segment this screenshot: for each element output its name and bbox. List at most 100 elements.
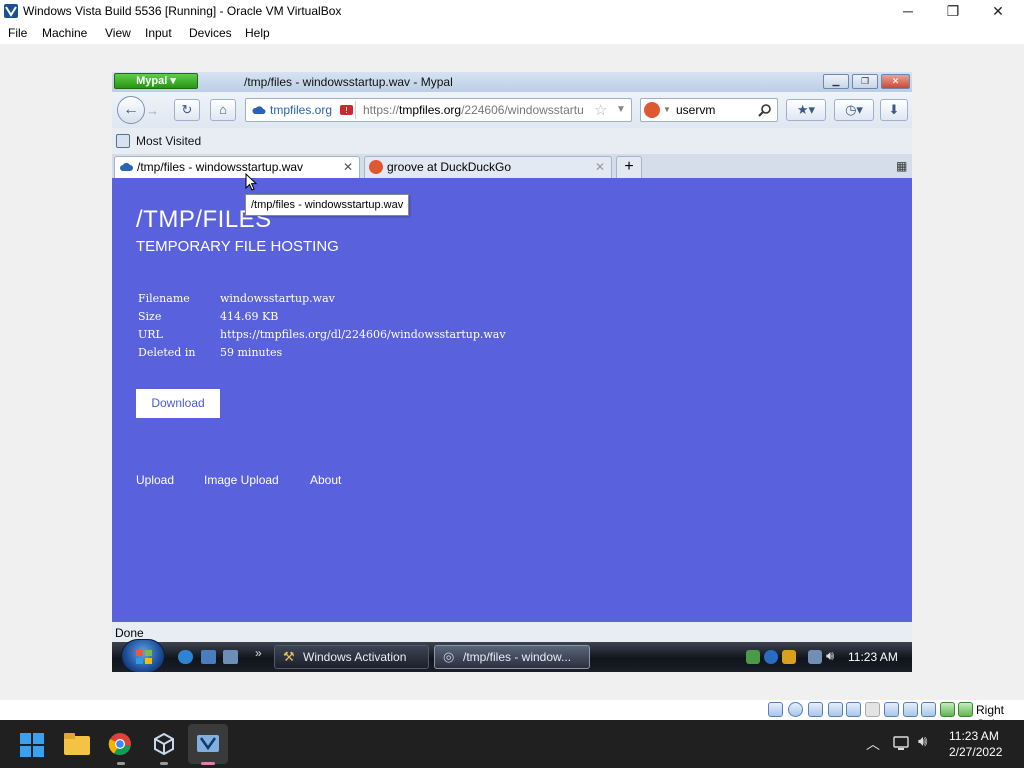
browser-maximize-button[interactable]: ❐ bbox=[852, 74, 878, 89]
app-menu-label: Mypal bbox=[136, 75, 168, 87]
history-button[interactable]: ◷▾ bbox=[834, 99, 874, 121]
tab-groups-icon[interactable]: ▦ bbox=[896, 159, 907, 173]
cloud-icon bbox=[252, 106, 266, 114]
minimize-button[interactable]: ─ bbox=[898, 3, 918, 19]
audio-status-icon[interactable] bbox=[808, 702, 823, 717]
bookmarks-toolbar: Most Visited bbox=[112, 128, 912, 154]
image-upload-link[interactable]: Image Upload bbox=[204, 473, 279, 487]
shared-folders-status-icon[interactable] bbox=[865, 702, 880, 717]
app-menu-button[interactable]: Mypal ▾ bbox=[114, 73, 198, 89]
menu-file[interactable]: File bbox=[8, 26, 27, 40]
tab-tmpfiles[interactable]: /tmp/files - windowsstartup.wav ✕ bbox=[114, 156, 360, 178]
browser-window-title: /tmp/files - windowsstartup.wav - Mypal bbox=[244, 75, 453, 89]
vbox-menubar: File Machine View Input Devices Help bbox=[0, 23, 1024, 44]
optical-drive-status-icon[interactable] bbox=[788, 702, 803, 717]
windows-start-icon[interactable] bbox=[20, 733, 44, 757]
vista-start-button[interactable] bbox=[121, 639, 165, 672]
url-bar[interactable]: tmpfiles.org ! https://tmpfiles.org/2246… bbox=[245, 98, 632, 122]
menu-machine[interactable]: Machine bbox=[42, 26, 87, 40]
task-label: /tmp/files - window... bbox=[463, 650, 572, 664]
tools-icon: ⚒ bbox=[283, 649, 295, 664]
bookmarks-folder-icon bbox=[116, 134, 130, 148]
virtualbox-manager-icon[interactable] bbox=[152, 732, 176, 756]
download-button[interactable]: Download bbox=[136, 389, 220, 418]
url-value[interactable]: https://tmpfiles.org/dl/224606/windowsst… bbox=[220, 328, 506, 341]
file-explorer-icon[interactable] bbox=[64, 733, 90, 755]
browser-close-button[interactable]: ✕ bbox=[881, 74, 910, 89]
reload-button[interactable]: ↻ bbox=[174, 99, 200, 121]
taskbar-vm-window-button[interactable] bbox=[188, 724, 228, 764]
task-label: Windows Activation bbox=[303, 650, 407, 664]
tray-network-icon[interactable] bbox=[746, 650, 760, 664]
filename-label: Filename bbox=[138, 292, 190, 305]
host-taskbar: ︿ 🔊︎ bbox=[0, 720, 1024, 768]
switch-windows-icon[interactable] bbox=[223, 650, 238, 664]
back-button[interactable]: ← bbox=[117, 96, 145, 124]
tab-duckduckgo[interactable]: groove at DuckDuckGo ✕ bbox=[364, 156, 612, 178]
bookmarks-menu-button[interactable]: ★▾ bbox=[786, 99, 826, 121]
usb-status-icon[interactable] bbox=[846, 702, 861, 717]
volume-icon[interactable]: 🔊︎ bbox=[826, 648, 834, 664]
vista-vm-icon bbox=[197, 735, 219, 752]
svg-text:!: ! bbox=[345, 106, 348, 115]
site-identity-label: tmpfiles.org bbox=[270, 103, 333, 117]
recording-status-icon[interactable] bbox=[903, 702, 918, 717]
menu-help[interactable]: Help bbox=[245, 26, 270, 40]
keyboard-capture-status-icon[interactable] bbox=[958, 702, 973, 717]
duckduckgo-icon[interactable] bbox=[644, 102, 660, 118]
windows-logo-icon bbox=[136, 650, 152, 664]
browser-minimize-button[interactable]: ▁ bbox=[823, 74, 849, 89]
tray-update-icon[interactable] bbox=[764, 650, 778, 664]
virtualization-status-icon[interactable] bbox=[921, 702, 936, 717]
hard-disk-status-icon[interactable] bbox=[768, 702, 783, 717]
new-tab-button[interactable]: + bbox=[616, 156, 642, 178]
home-button[interactable]: ⌂ bbox=[210, 99, 236, 121]
site-identity-button[interactable]: tmpfiles.org ! bbox=[248, 101, 356, 119]
quicklaunch-overflow-icon[interactable]: » bbox=[255, 646, 262, 660]
close-tab-icon[interactable]: ✕ bbox=[343, 157, 353, 177]
size-label: Size bbox=[138, 310, 162, 323]
display-status-icon[interactable] bbox=[884, 702, 899, 717]
network-icon[interactable] bbox=[893, 736, 911, 752]
vista-clock[interactable]: 11:23 AM bbox=[848, 650, 898, 664]
virtualbox-icon bbox=[4, 4, 18, 18]
downloads-button[interactable]: ⬇ bbox=[880, 99, 908, 121]
chrome-icon[interactable] bbox=[108, 732, 132, 756]
status-bar: Done bbox=[112, 622, 912, 642]
host-clock-time[interactable]: 11:23 AM bbox=[949, 729, 999, 743]
forward-button[interactable]: → bbox=[146, 103, 159, 118]
speaker-icon[interactable]: 🔊︎ bbox=[918, 733, 927, 750]
web-page: /TMP/FILES TEMPORARY FILE HOSTING Filena… bbox=[112, 178, 912, 622]
internet-explorer-icon[interactable] bbox=[178, 650, 193, 664]
tab-label: groove at DuckDuckGo bbox=[387, 160, 512, 174]
search-input[interactable]: uservm bbox=[676, 103, 715, 117]
about-link[interactable]: About bbox=[310, 473, 341, 487]
close-button[interactable]: ✕ bbox=[988, 3, 1008, 19]
taskbar-item-browser[interactable]: ◎ /tmp/files - window... bbox=[434, 645, 590, 669]
bookmark-most-visited[interactable]: Most Visited bbox=[136, 134, 201, 148]
url-text: https://tmpfiles.org/224606/windowsstart… bbox=[363, 103, 584, 117]
menu-devices[interactable]: Devices bbox=[189, 26, 232, 40]
maximize-button[interactable]: ❐ bbox=[943, 3, 963, 19]
site-subtitle: TEMPORARY FILE HOSTING bbox=[136, 238, 339, 255]
mouse-integration-status-icon[interactable] bbox=[940, 702, 955, 717]
bookmark-star-icon[interactable]: ☆ bbox=[594, 101, 607, 119]
search-icon[interactable] bbox=[758, 103, 772, 117]
close-tab-icon[interactable]: ✕ bbox=[595, 157, 605, 177]
network-status-icon[interactable] bbox=[828, 702, 843, 717]
host-clock-date[interactable]: 2/27/2022 bbox=[949, 745, 1002, 759]
tray-connection-icon[interactable] bbox=[808, 650, 822, 664]
search-bar[interactable]: ▼ uservm bbox=[640, 98, 778, 122]
menu-input[interactable]: Input bbox=[145, 26, 172, 40]
show-desktop-icon[interactable] bbox=[201, 650, 216, 664]
tray-security-icon[interactable] bbox=[782, 650, 796, 664]
cloud-icon bbox=[120, 162, 133, 171]
taskbar-item-windows-activation[interactable]: ⚒ Windows Activation bbox=[274, 645, 429, 669]
search-engine-dropdown-icon[interactable]: ▼ bbox=[663, 105, 671, 114]
vista-taskbar: » ⚒ Windows Activation ◎ /tmp/files - wi… bbox=[112, 639, 912, 672]
upload-link[interactable]: Upload bbox=[136, 473, 174, 487]
tab-tooltip: /tmp/files - windowsstartup.wav bbox=[245, 194, 410, 216]
menu-view[interactable]: View bbox=[105, 26, 131, 40]
chevron-up-icon[interactable]: ︿ bbox=[866, 734, 880, 754]
url-dropdown-icon[interactable]: ▼ bbox=[616, 104, 626, 115]
